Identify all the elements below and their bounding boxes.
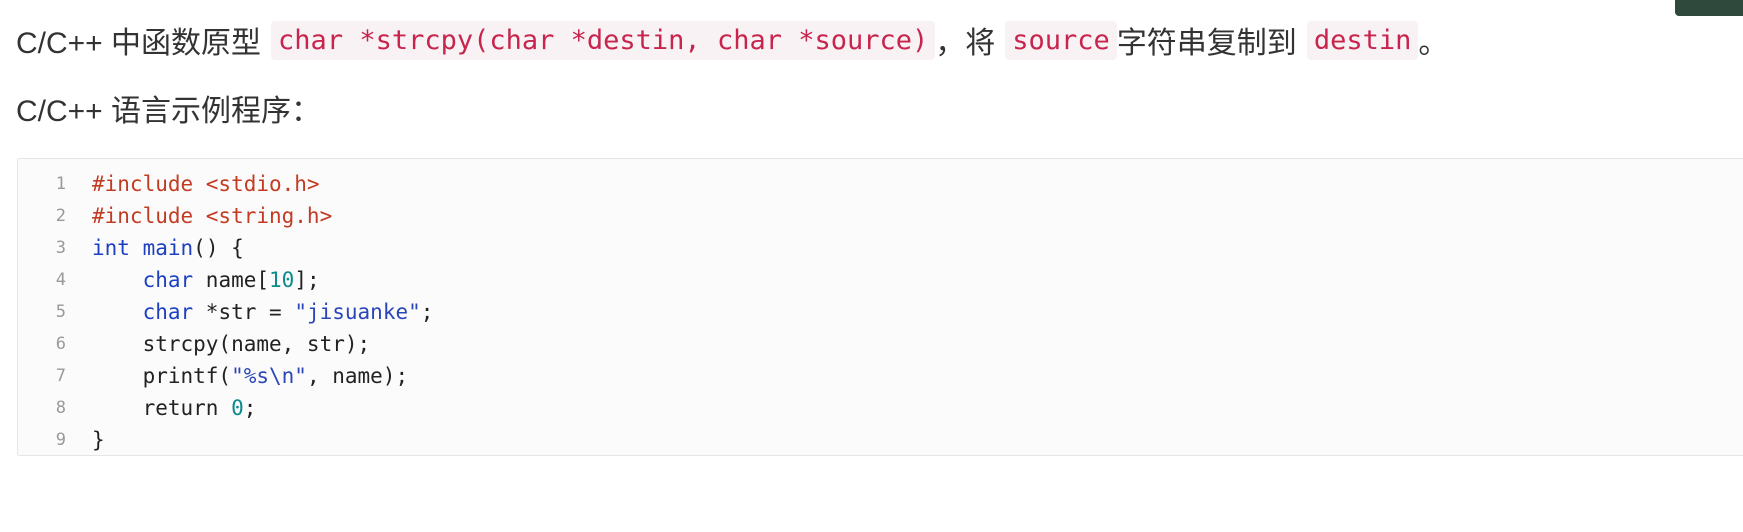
code-token: strcpy(name, str);: [92, 332, 371, 356]
line-number: 4: [55, 270, 66, 290]
line-number: 3: [55, 238, 66, 258]
code-text: }: [92, 428, 105, 452]
code-line: 5 char *str = "jisuanke";: [18, 296, 434, 328]
destin-param-code: destin: [1306, 20, 1419, 60]
intro-middle: ，将: [935, 27, 996, 60]
line-number: 6: [55, 334, 66, 354]
code-block[interactable]: 1 #include <stdio.h> 2 #include <string.h> 3…: [17, 158, 1743, 456]
code-line: 4 char name[10];: [18, 264, 433, 296]
code-text: return 0;: [92, 396, 257, 420]
intro-middle2: 字符串复制到: [1116, 27, 1297, 60]
code-token: 0: [231, 396, 244, 420]
line-number: 2: [55, 206, 66, 226]
code-token: char: [142, 268, 194, 292]
code-token: main: [142, 236, 194, 260]
line-number: 8: [55, 398, 66, 418]
source-param-code: source: [1005, 20, 1117, 60]
code-line: 6 strcpy(name, str);: [18, 328, 433, 360]
code-line: 9}: [18, 424, 433, 456]
code-text: #include <string.h>: [92, 204, 332, 228]
code-text: #include <stdio.h>: [92, 172, 320, 196]
code-token: ];: [294, 268, 320, 292]
code-token: *str =: [193, 300, 295, 324]
code-line: 3 int main() {: [18, 232, 433, 264]
line-number: 9: [55, 430, 66, 450]
code-text: printf("%s\n", name);: [92, 364, 409, 388]
code-token: int: [92, 236, 130, 260]
code-token: char: [142, 300, 194, 324]
code-token: }: [92, 428, 105, 452]
code-token: , name);: [306, 364, 409, 388]
line-number: 7: [55, 366, 66, 386]
intro-prefix: C/C++ 中函数原型: [16, 27, 262, 60]
code-text: int main() {: [92, 236, 244, 260]
example-heading: C/C++ 语言示例程序：: [16, 95, 322, 128]
video-thumbnail-corner: [1675, 0, 1743, 16]
code-line: 2 #include <string.h>: [18, 200, 433, 232]
code-text: strcpy(name, str);: [92, 332, 371, 356]
code-token: "jisuanke": [294, 300, 421, 324]
code-text: char *str = "jisuanke";: [92, 300, 434, 324]
code-lines: 1 #include <stdio.h> 2 #include <string.h> 3…: [18, 168, 434, 456]
code-text: char name[10];: [92, 268, 320, 292]
prototype-code: char *strcpy(char *destin, char *source): [271, 20, 936, 60]
line-number: 1: [55, 174, 66, 194]
code-token: () {: [193, 236, 244, 260]
code-line: 7 printf("%s\n", name);: [18, 360, 433, 392]
code-token: name[: [193, 268, 270, 292]
code-line: 8 return 0;: [18, 392, 433, 424]
code-token: return: [92, 396, 232, 420]
code-token: printf(: [92, 364, 232, 388]
line-number: 5: [55, 302, 66, 322]
code-token: ;: [243, 396, 257, 420]
code-line: 1 #include <stdio.h>: [18, 168, 433, 200]
code-token: ;: [420, 300, 434, 324]
code-token: #include <string.h>: [92, 204, 333, 228]
code-token: #include <stdio.h>: [92, 172, 320, 196]
function-description: C/C++ 中函数原型 char *strcpy(char *destin, c…: [16, 14, 1448, 66]
intro-suffix: 。: [1418, 27, 1449, 60]
code-token: "%s\n": [231, 364, 307, 388]
code-token: 10: [269, 268, 295, 292]
